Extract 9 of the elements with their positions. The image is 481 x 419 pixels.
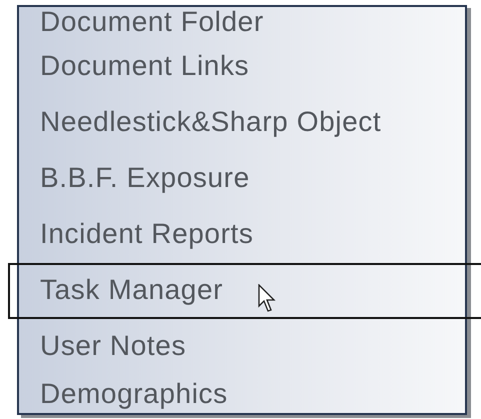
menu-item[interactable]: Demographics (19, 375, 465, 413)
menu-item[interactable]: Needlestick&Sharp Object (19, 95, 465, 151)
menu-item[interactable]: Document Folder (19, 7, 465, 39)
menu-item[interactable]: B.B.F. Exposure (19, 151, 465, 207)
menu-item[interactable]: Task Manager (8, 263, 481, 319)
menu-item[interactable]: Document Links (19, 39, 465, 95)
mouse-pointer-icon (258, 284, 278, 314)
menu-item[interactable]: User Notes (19, 319, 465, 375)
menu-item[interactable]: Incident Reports (19, 207, 465, 263)
